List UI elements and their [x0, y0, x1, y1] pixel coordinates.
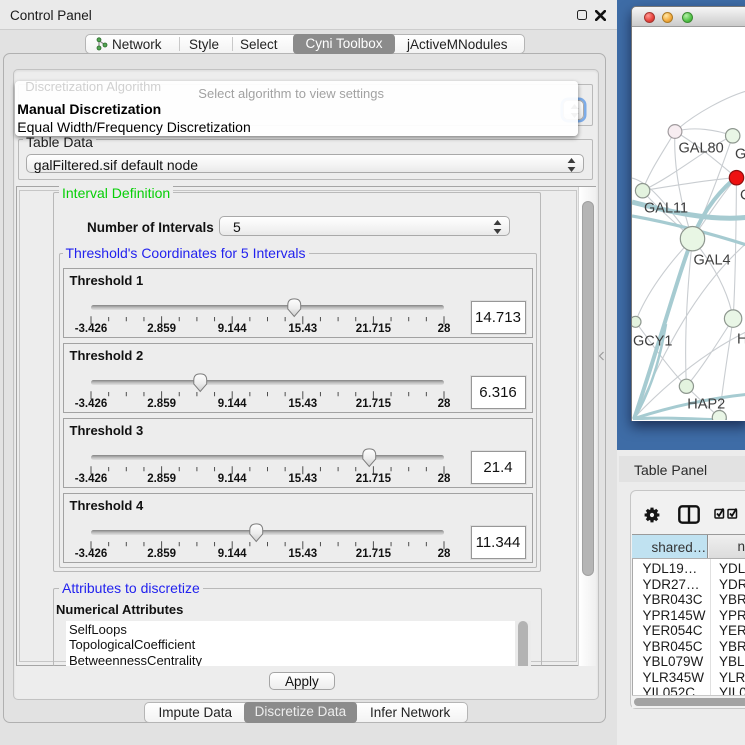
svg-text:GCY1: GCY1 [633, 334, 673, 350]
svg-text:H: H [737, 332, 745, 348]
svg-text:GA: GA [735, 147, 745, 163]
svg-text:GAL11: GAL11 [644, 201, 688, 217]
svg-text:GAL80: GAL80 [679, 141, 724, 157]
svg-text:GAL4: GAL4 [694, 253, 731, 269]
svg-text:HAP2: HAP2 [687, 397, 725, 413]
svg-text:C: C [740, 188, 745, 204]
